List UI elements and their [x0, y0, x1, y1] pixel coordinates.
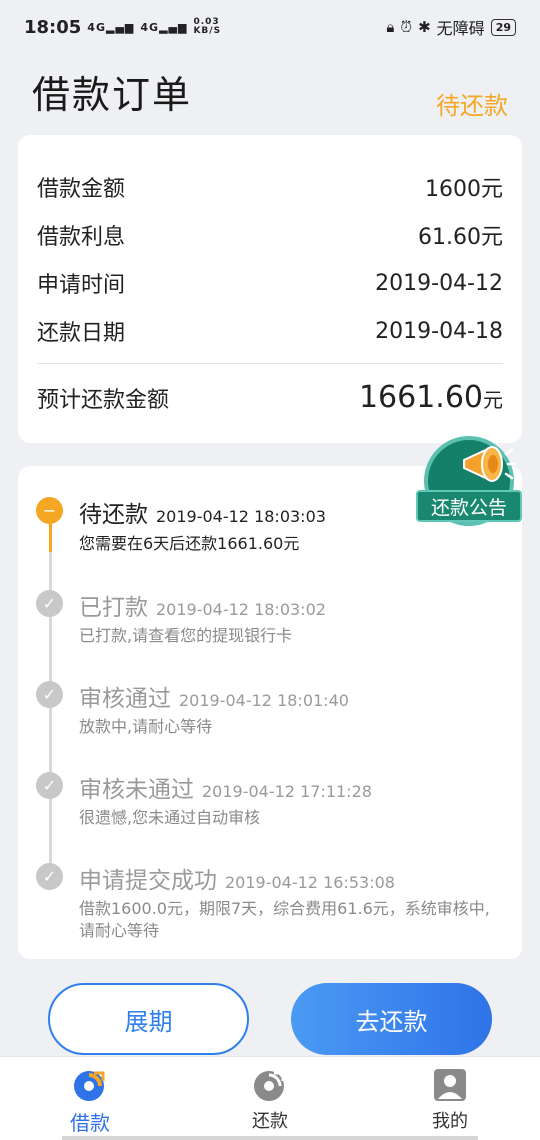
summary-row-amount: 借款金额 1600元	[37, 163, 503, 211]
status-bar: 18:05 4G▂▄▆ 4G▂▄▆ 0.03 KB/S 🔒︎ ⏰︎ ✱ 无障碍 …	[0, 0, 540, 54]
tab-label: 我的	[432, 1111, 468, 1132]
timeline-title: 待还款	[79, 502, 148, 528]
summary-value: 2019-04-18	[375, 318, 503, 344]
loan-icon	[74, 1071, 105, 1101]
timeline-title: 审核未通过	[79, 777, 194, 803]
bottom-tab-bar: 借款 还款 我的	[0, 1056, 540, 1140]
summary-label: 申请时间	[37, 273, 126, 298]
timeline-desc: 很遗憾,您未通过自动审核	[79, 808, 261, 827]
signal-icon-2: 4G▂▄▆	[140, 20, 188, 34]
summary-total-row: 预计还款金额 1661.60元	[37, 380, 503, 415]
check-icon: ✓	[36, 681, 63, 708]
status-time: 18:05	[24, 16, 82, 38]
summary-label: 借款利息	[37, 225, 126, 250]
megaphone-icon	[463, 446, 516, 482]
summary-value: 61.60元	[418, 225, 503, 250]
summary-divider	[37, 363, 503, 364]
timeline-time: 2019-04-12 16:53:08	[225, 873, 395, 892]
timeline-desc: 已打款,请查看您的提现银行卡	[79, 626, 293, 645]
check-icon: ✓	[36, 590, 63, 617]
notice-label: 还款公告	[416, 490, 522, 522]
signal-icon: 4G▂▄▆	[87, 20, 135, 34]
total-value: 1661.60	[358, 380, 483, 415]
check-icon: ✓	[36, 772, 63, 799]
lock-icon: 🔒︎	[386, 18, 395, 36]
timeline-time: 2019-04-12 18:01:40	[179, 691, 349, 710]
timeline-title: 已打款	[79, 595, 148, 621]
timeline-time: 2019-04-12 18:03:03	[156, 507, 326, 526]
alarm-icon: ⏰︎	[400, 18, 413, 36]
total-unit: 元	[483, 388, 503, 412]
timeline-title: 审核通过	[79, 686, 171, 712]
summary-row-interest: 借款利息 61.60元	[37, 211, 503, 259]
bluetooth-icon: ✱	[418, 18, 431, 36]
network-speed: 0.03 KB/S	[193, 17, 222, 36]
timeline-title: 申请提交成功	[79, 868, 217, 894]
summary-label: 还款日期	[37, 321, 126, 346]
timeline-time: 2019-04-12 17:11:28	[202, 782, 372, 801]
profile-icon	[434, 1069, 466, 1101]
repayment-notice-badge[interactable]: 还款公告	[416, 436, 522, 532]
accessibility-label: 无障碍	[436, 19, 485, 38]
extend-button[interactable]: 展期	[48, 983, 249, 1055]
summary-label: 借款金额	[37, 177, 126, 202]
summary-value: 2019-04-12	[375, 270, 503, 296]
timeline-desc: 您需要在6天后还款1661.60元	[79, 534, 300, 553]
check-icon: ✓	[36, 863, 63, 890]
repay-icon	[254, 1071, 285, 1101]
page-title: 借款订单	[32, 73, 193, 117]
pending-dot-icon: −	[36, 497, 63, 524]
battery-icon: 29	[490, 18, 516, 36]
total-label: 预计还款金额	[37, 388, 170, 413]
summary-value: 1600元	[425, 177, 503, 202]
tab-loan[interactable]: 借款	[0, 1057, 180, 1140]
home-indicator	[62, 1136, 478, 1140]
tab-repay[interactable]: 还款	[180, 1057, 360, 1140]
repay-button[interactable]: 去还款	[291, 983, 492, 1055]
timeline-desc: 放款中,请耐心等待	[79, 717, 213, 736]
tab-label: 借款	[70, 1111, 110, 1135]
order-status-label: 待还款	[436, 92, 508, 120]
summary-row-repay-date: 还款日期 2019-04-18	[37, 307, 503, 355]
timeline-desc: 借款1600.0元，期限7天，综合费用61.6元，系统审核中,请耐心等待	[79, 899, 490, 940]
tab-label: 还款	[252, 1111, 288, 1132]
timeline-time: 2019-04-12 18:03:02	[156, 600, 326, 619]
loan-summary-card: 借款金额 1600元 借款利息 61.60元 申请时间 2019-04-12 还…	[18, 135, 522, 443]
summary-row-apply-date: 申请时间 2019-04-12	[37, 259, 503, 307]
tab-profile[interactable]: 我的	[360, 1057, 540, 1140]
